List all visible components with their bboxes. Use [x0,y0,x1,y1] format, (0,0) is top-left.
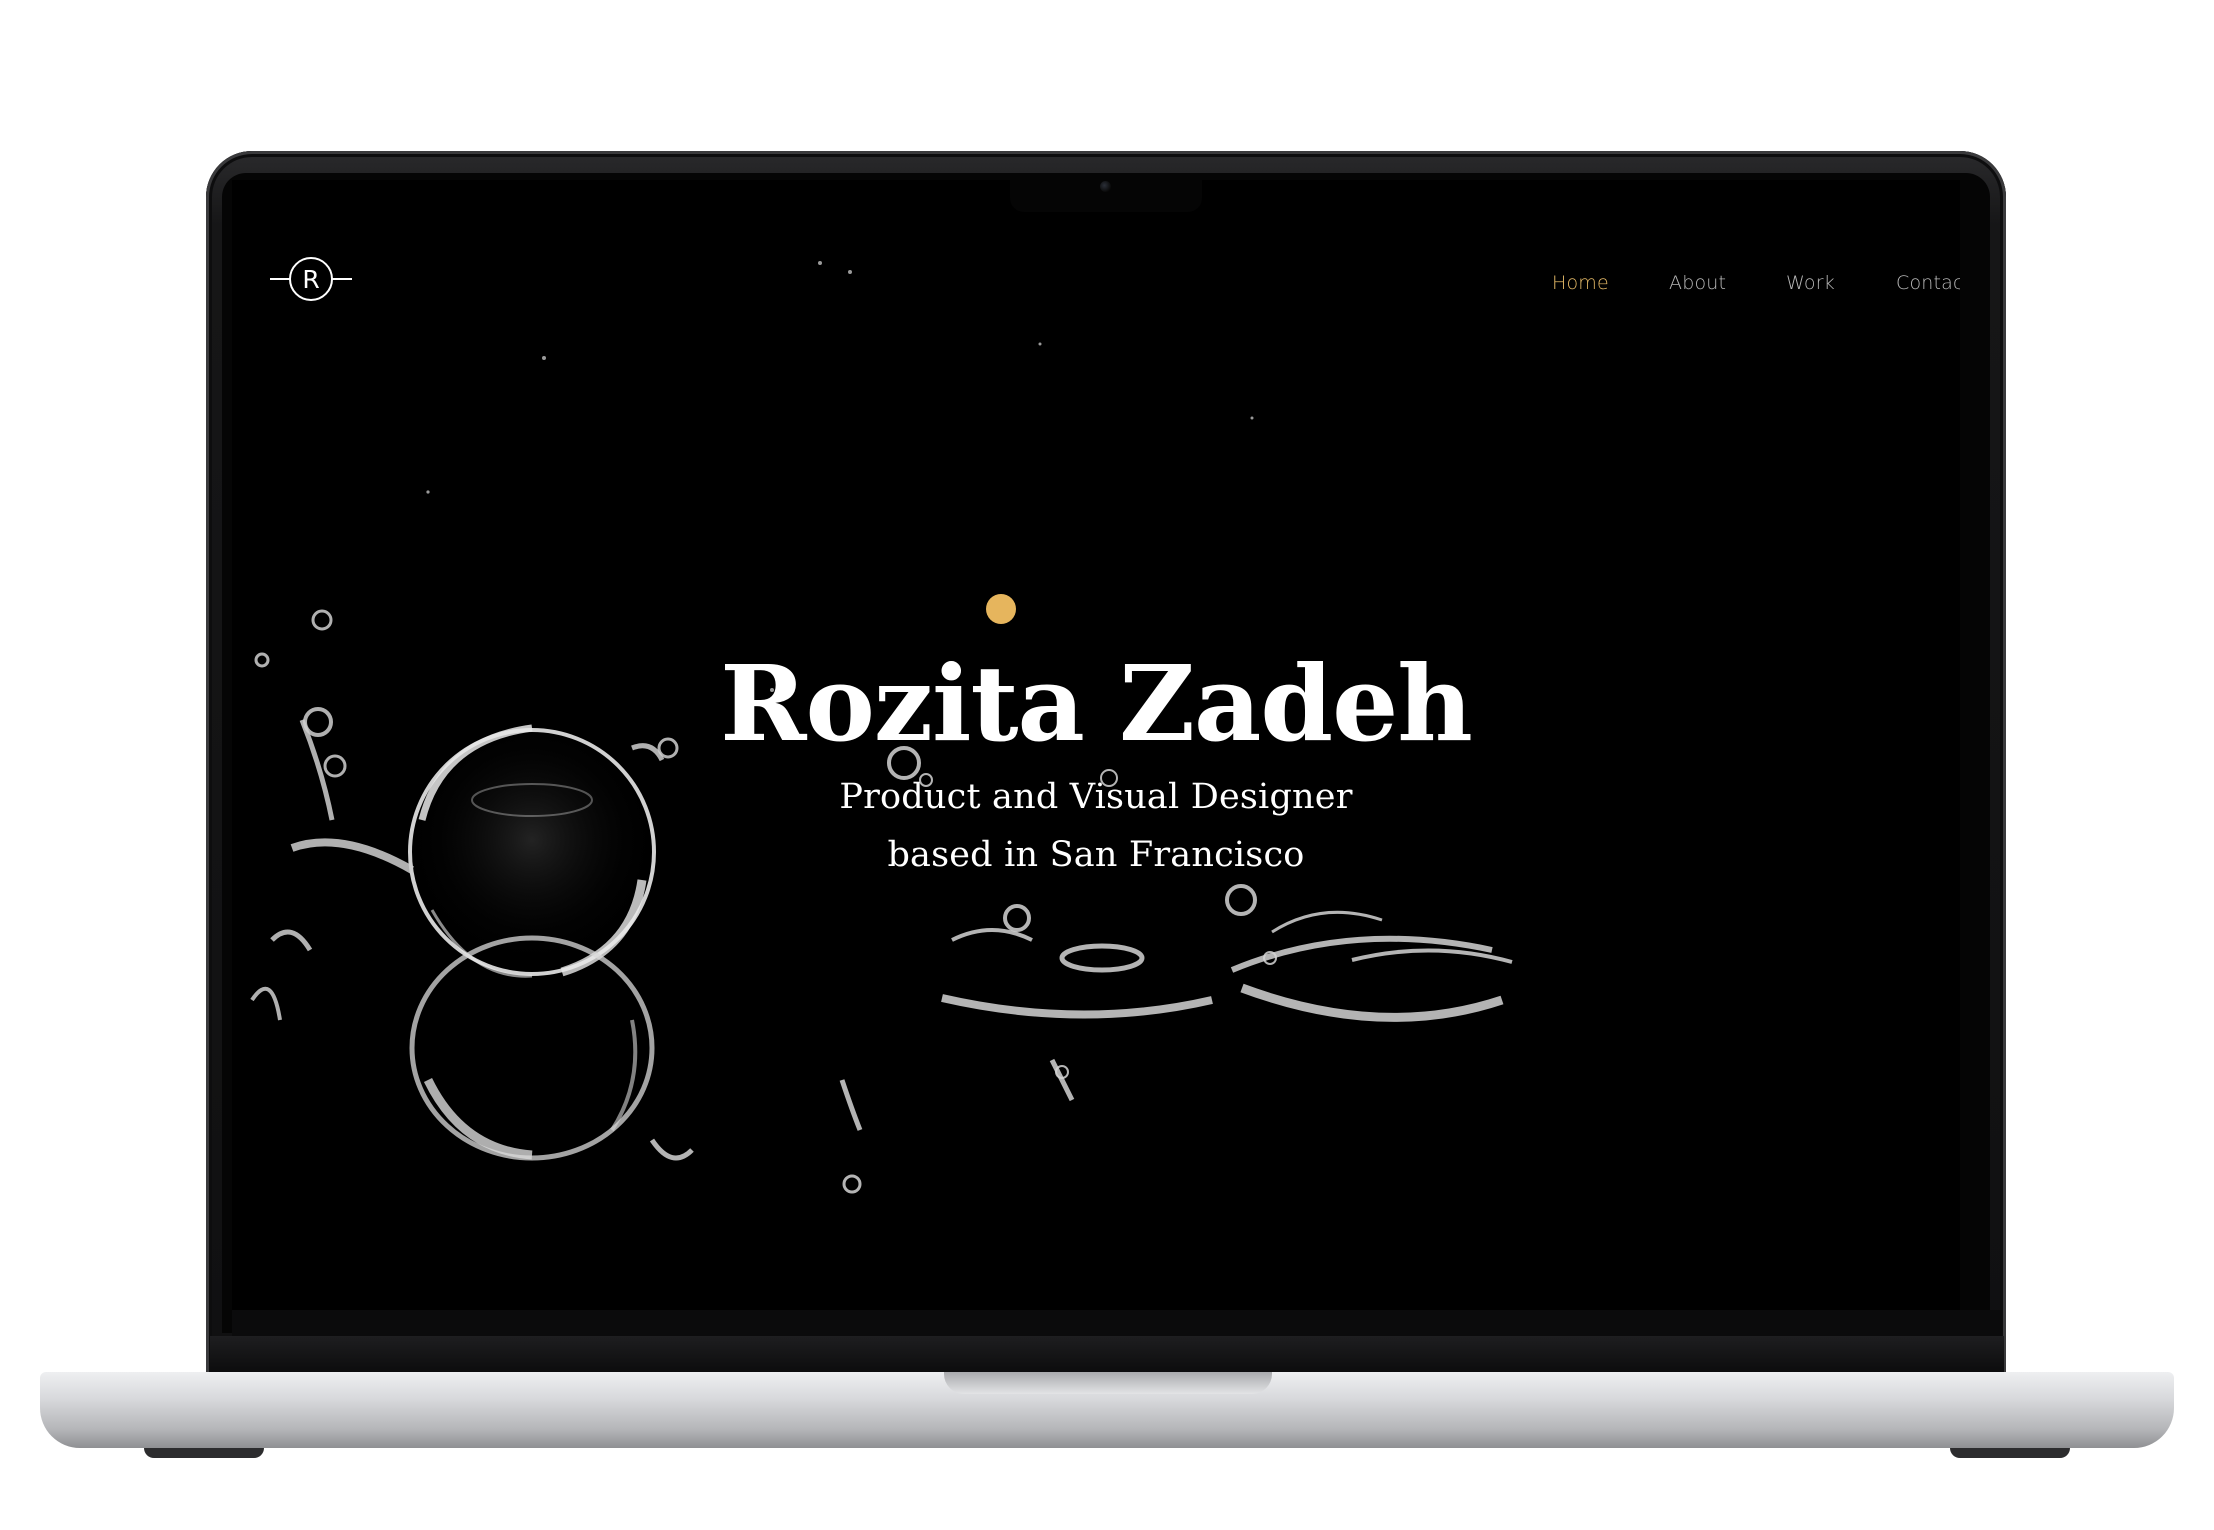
nav-about[interactable]: About [1669,272,1726,294]
laptop-foot-right [1950,1448,2070,1458]
water-specks [426,261,1254,692]
screen-bottom-edge [232,1310,2002,1336]
nav-contact[interactable]: Contact [1896,272,1960,294]
hero-subtitle-line2: based in San Francisco [887,835,1305,875]
lid-bottom [210,1336,2004,1373]
hero-subtitle-line1: Product and Visual Designer [839,777,1353,817]
base-opening-notch [944,1372,1272,1394]
webcam-icon [1100,181,1111,192]
hero-title: Rozita Zadeh [720,641,1473,765]
title-accent-dot [986,594,1016,624]
laptop-mockup: R Home About Work Contact Rozita Zadeh P… [0,0,2214,1530]
nav-home[interactable]: Home [1552,272,1609,294]
website-viewport: R Home About Work Contact Rozita Zadeh P… [232,180,1960,1310]
nav-work[interactable]: Work [1786,272,1835,294]
laptop-foot-left [144,1448,264,1458]
main-nav: Home About Work Contact [232,272,1960,302]
